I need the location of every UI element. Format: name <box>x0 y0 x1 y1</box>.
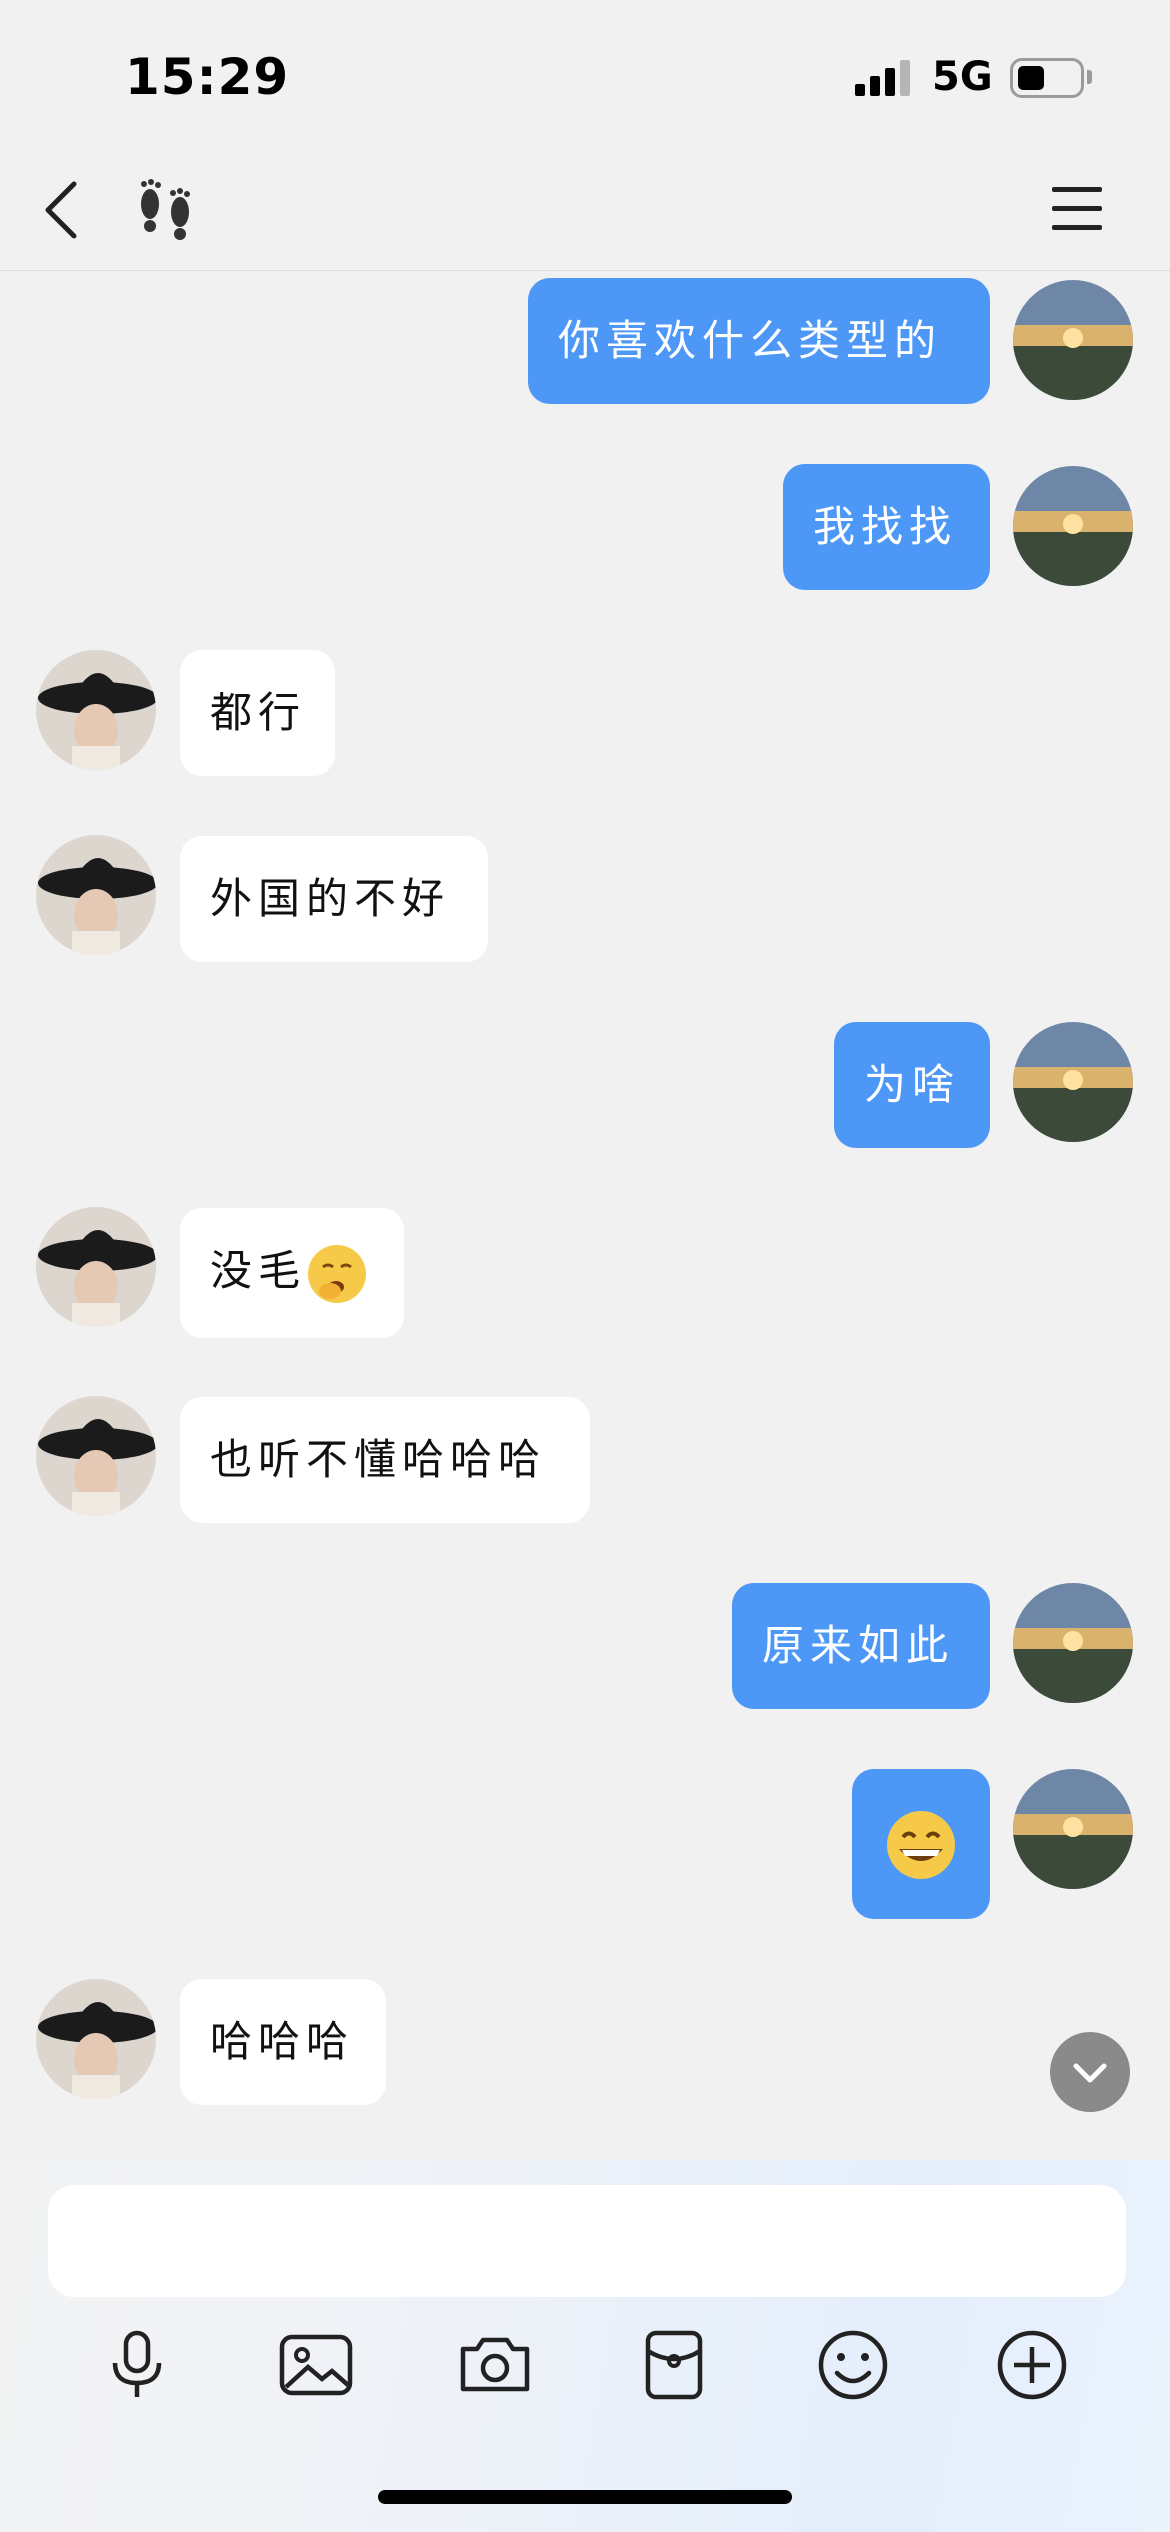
message-bubble[interactable] <box>852 1769 990 1919</box>
my-avatar[interactable] <box>1013 1769 1133 1889</box>
contact-avatar[interactable] <box>36 650 156 770</box>
message-bubble[interactable]: 也听不懂哈哈哈 <box>180 1397 590 1523</box>
chat-header <box>0 150 1170 271</box>
emoji-icon[interactable] <box>813 2325 893 2405</box>
status-time: 15:29 <box>125 48 290 106</box>
message-input[interactable] <box>48 2185 1126 2297</box>
scroll-to-bottom-button[interactable] <box>1050 2032 1130 2112</box>
battery-tip <box>1087 70 1092 84</box>
my-avatar[interactable] <box>1013 1583 1133 1703</box>
network-type: 5G <box>932 54 993 100</box>
red-packet-icon[interactable] <box>634 2325 714 2405</box>
input-area <box>0 2160 1170 2532</box>
contact-avatar[interactable] <box>36 1207 156 1327</box>
my-avatar[interactable] <box>1013 466 1133 586</box>
status-bar: 15:29 5G <box>0 0 1170 150</box>
chevron-down-icon <box>1073 2063 1107 2083</box>
my-avatar[interactable] <box>1013 280 1133 400</box>
message-bubble[interactable]: 外国的不好 <box>180 836 488 962</box>
message-bubble[interactable]: 哈哈哈 <box>180 1979 386 2105</box>
image-icon[interactable] <box>276 2325 356 2405</box>
camera-icon[interactable] <box>455 2325 535 2405</box>
grinning-face-emoji <box>887 1811 955 1879</box>
contact-avatar[interactable] <box>36 1396 156 1516</box>
menu-icon[interactable] <box>1052 184 1102 234</box>
footprint-icon[interactable] <box>128 174 204 244</box>
battery-icon <box>1010 58 1084 98</box>
contact-avatar[interactable] <box>36 1979 156 2099</box>
signal-strength-icon <box>855 60 915 96</box>
my-avatar[interactable] <box>1013 1022 1133 1142</box>
yawning-face-emoji <box>308 1245 367 1303</box>
message-bubble[interactable]: 我找找 <box>783 464 990 590</box>
add-icon[interactable] <box>992 2325 1072 2405</box>
home-indicator[interactable] <box>378 2490 792 2504</box>
message-bubble[interactable]: 原来如此 <box>732 1583 990 1709</box>
microphone-icon[interactable] <box>97 2325 177 2405</box>
message-bubble[interactable]: 都行 <box>180 650 335 776</box>
message-bubble[interactable]: 没毛 <box>180 1208 404 1338</box>
back-chevron-icon[interactable] <box>40 178 84 242</box>
message-bubble[interactable]: 为啥 <box>834 1022 990 1148</box>
contact-avatar[interactable] <box>36 835 156 955</box>
message-text: 没毛 <box>210 1246 307 1295</box>
message-bubble[interactable]: 你喜欢什么类型的 <box>528 278 990 404</box>
